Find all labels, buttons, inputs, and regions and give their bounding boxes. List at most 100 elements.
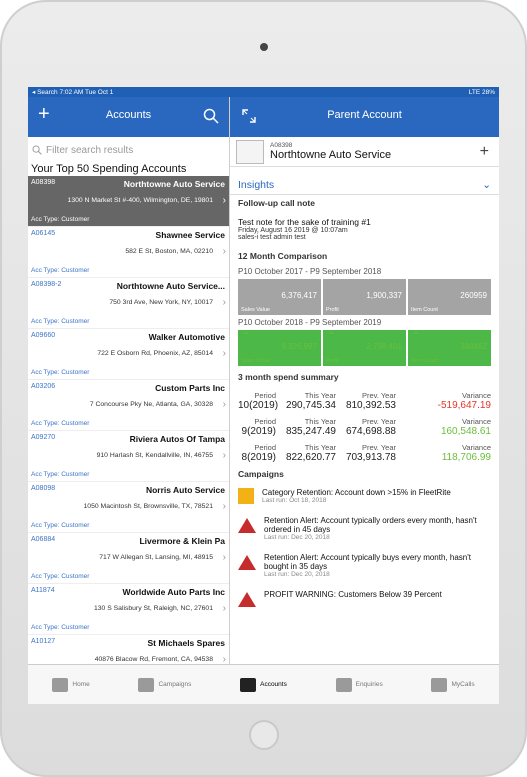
prev-year-value: 703,913.78: [345, 452, 396, 463]
tab-mycalls[interactable]: MyCalls: [431, 677, 475, 692]
follow-up-label: Follow-up call note: [238, 198, 315, 208]
account-name: Shawnee Service: [155, 230, 225, 240]
spend-header: Period This Year Prev. Year Variance: [238, 391, 491, 400]
header-prev-year: Prev. Year: [361, 417, 396, 426]
account-code: A08098: [31, 485, 56, 492]
tab-campaigns[interactable]: Campaigns: [138, 677, 191, 692]
campaign-item[interactable]: Retention Alert: Account typically buys …: [230, 547, 499, 584]
tab-accounts[interactable]: Accounts: [240, 677, 287, 692]
account-code: A09270: [31, 434, 56, 441]
header-variance: Variance: [461, 443, 491, 452]
this-year-value: 822,620.77: [285, 452, 336, 463]
campaign-item[interactable]: Retention Alert: Account typically order…: [230, 510, 499, 547]
home-button[interactable]: [249, 720, 279, 750]
chevron-right-icon: ›: [222, 654, 226, 664]
account-type: Acc Type: Customer: [31, 216, 90, 223]
ipad-frame: ◂ Search 7:02 AM Tue Oct 1 LTE 28% + Acc…: [0, 0, 527, 777]
account-name: Worldwide Auto Parts Inc: [122, 587, 225, 597]
tab-label: Accounts: [260, 681, 287, 688]
account-type: Acc Type: Customer: [31, 471, 90, 478]
account-name: Riviera Autos Of Tampa: [129, 434, 225, 444]
insights-dropdown[interactable]: Insights ⌄: [230, 175, 499, 195]
variance-value: 118,706.99: [441, 452, 491, 463]
parent-account-nav-bar: Parent Account: [230, 97, 499, 137]
camera: [260, 43, 268, 51]
account-code: A10127: [31, 638, 56, 645]
account-address: 7 Concourse Pky Ne, Atlanta, GA, 30328: [89, 401, 213, 408]
account-code: A08398-2: [31, 281, 62, 288]
screen: ◂ Search 7:02 AM Tue Oct 1 LTE 28% + Acc…: [28, 87, 499, 704]
spend-header: Period This Year Prev. Year Variance: [238, 417, 491, 426]
red-triangle-icon: [238, 518, 256, 533]
campaign-text: Category Retention: Account down >15% in…: [262, 488, 451, 497]
accounts-nav-bar: + Accounts: [28, 97, 229, 137]
account-row[interactable]: A03206 Custom Parts Inc 7 Concourse Pky N…: [28, 380, 229, 431]
add-icon[interactable]: +: [480, 143, 489, 161]
campaigns-icon: [138, 677, 155, 692]
header-prev-year: Prev. Year: [361, 443, 396, 452]
account-row[interactable]: A11874 Worldwide Auto Parts Inc 130 S Sal…: [28, 584, 229, 635]
campaign-item[interactable]: PROFIT WARNING: Customers Below 39 Perce…: [230, 584, 499, 613]
chevron-right-icon: ›: [222, 450, 226, 461]
account-name: St Michaels Spares: [147, 638, 225, 648]
chevron-right-icon: ›: [222, 501, 226, 512]
tile-item-count: ⌃ 380452 Item Count: [408, 330, 491, 366]
status-left: ◂ Search 7:02 AM Tue Oct 1: [32, 89, 114, 96]
call-note[interactable]: Test note for the sake of training #1 Fr…: [230, 211, 499, 243]
search-icon: [32, 145, 42, 155]
header-variance: Variance: [461, 391, 491, 400]
red-triangle-icon: [238, 592, 256, 607]
account-row[interactable]: A09270 Riviera Autos Of Tampa 910 Harlash…: [28, 431, 229, 482]
account-row[interactable]: A06145 Shawnee Service 582 E St, Boston, …: [28, 227, 229, 278]
status-right: LTE 28%: [468, 88, 495, 96]
comparison-period-2: P10 October 2018 - P9 September 2019: [238, 318, 382, 327]
header-this-year: This Year: [304, 417, 336, 426]
campaign-item[interactable]: Category Retention: Account down >15% in…: [230, 482, 499, 510]
variance-value: 160,548.61: [440, 426, 491, 437]
account-address: 1300 N Market St #-400, Wilmington, DE, …: [67, 197, 213, 204]
account-name: Northtowne Auto Service: [270, 149, 392, 161]
campaign-text: Retention Alert: Account typically buys …: [264, 553, 471, 571]
campaign-last-run: Last run: Dec 20, 2018: [264, 571, 330, 578]
chevron-right-icon: ›: [222, 552, 226, 563]
mycalls-icon: [431, 677, 448, 692]
account-address: 910 Harlash St, Kendallville, IN, 46755: [96, 452, 213, 459]
account-name: Walker Automotive: [148, 332, 225, 342]
header-period: Period: [254, 391, 276, 400]
chevron-right-icon: ›: [222, 399, 226, 410]
account-row[interactable]: A09660 Walker Automotive 722 E Osborn Rd,…: [28, 329, 229, 380]
account-row[interactable]: A08098 Norris Auto Service 1050 Macintosh…: [28, 482, 229, 533]
spend-row: 8(2019) 822,620.77 703,913.78 118,706.99: [238, 452, 491, 463]
tab-label: Enquiries: [355, 681, 383, 688]
account-row[interactable]: A08398-2 Northtowne Auto Service... 750 3…: [28, 278, 229, 329]
up-arrow-icon: ⌃: [412, 331, 421, 342]
period-value: 10(2019): [238, 400, 279, 411]
account-type: Acc Type: Customer: [31, 624, 90, 631]
account-row[interactable]: A10127 St Michaels Spares 40876 Blacow Rd…: [28, 635, 229, 664]
tile-profit: 1,900,337 Profit: [323, 279, 406, 315]
campaign-last-run: Last run: Dec 20, 2018: [264, 534, 330, 541]
comparison-title: 12 Month Comparison: [238, 251, 328, 261]
header-period: Period: [254, 443, 276, 452]
tab-bar: Home Campaigns Accounts Enquiries MyCalls: [28, 664, 499, 704]
accounts-list: A08398 Northtowne Auto Service 1300 N Mar…: [28, 176, 229, 664]
account-row[interactable]: A06884 Livermore & Klein Pa 717 W Allegan…: [28, 533, 229, 584]
note-date: Friday, August 16 2019 @ 10:07am: [238, 227, 348, 234]
comparison-tiles-1: 6,376,417 Sales Value 1,900,337 Profit 260…: [230, 279, 499, 315]
chevron-right-icon: ›: [222, 195, 226, 206]
prev-year-value: 810,392.53: [345, 400, 396, 411]
account-row[interactable]: A08398 Northtowne Auto Service 1300 N Mar…: [28, 176, 229, 227]
insights-label: Insights: [238, 178, 275, 191]
filter-search[interactable]: Filter search results: [32, 140, 225, 160]
account-name: Northtowne Auto Service...: [116, 281, 225, 291]
variance-value: -519,647.19: [437, 400, 491, 411]
chevron-right-icon: ›: [222, 246, 226, 257]
search-icon[interactable]: [203, 108, 219, 124]
campaigns-list: Category Retention: Account down >15% in…: [230, 482, 499, 613]
tab-enquiries[interactable]: Enquiries: [335, 677, 383, 692]
account-code: A11874: [31, 587, 55, 594]
this-year-value: 290,745.34: [285, 400, 336, 411]
spend-summary: Period This Year Prev. Year Variance 10(2019…: [230, 391, 499, 463]
account-type: Acc Type: Customer: [31, 267, 90, 274]
tab-home[interactable]: Home: [52, 677, 90, 692]
